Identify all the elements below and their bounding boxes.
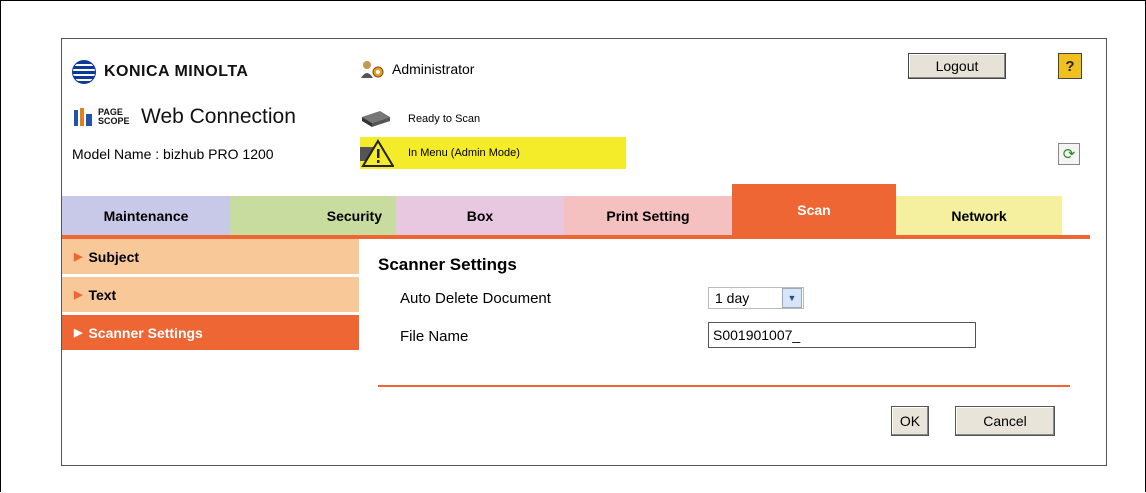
side-menu: ▶ Subject ▶ Text ▶ Scanner Settings [62, 239, 359, 353]
auto-delete-label: Auto Delete Document [400, 290, 551, 307]
brand-name: KONICA MINOLTA [104, 63, 249, 80]
status-ready-text: Ready to Scan [408, 113, 481, 125]
menu-item-subject[interactable]: ▶ Subject [62, 239, 359, 274]
menu-arrow-icon: ▶ [74, 289, 83, 301]
user-name: Administrator [392, 61, 475, 77]
model-name: Model Name : bizhub PRO 1200 [72, 146, 274, 162]
pagescope-logo: PAGE SCOPE Web Connection [72, 105, 296, 129]
refresh-icon[interactable]: ⟳ [1058, 143, 1080, 165]
tab-maintenance-label: Maintenance [103, 208, 189, 224]
tab-security[interactable]: Security [230, 196, 396, 236]
scanner-icon [360, 109, 392, 129]
tab-print-setting[interactable]: Print Setting [564, 196, 732, 236]
menu-arrow-icon: ▶ [74, 251, 83, 263]
machine-status: In Menu (Admin Mode) [360, 137, 626, 169]
main-tabs: Maintenance Security Box Print Setting S… [62, 184, 1090, 236]
help-button[interactable]: ? [1058, 53, 1082, 79]
logout-button[interactable]: Logout [908, 53, 1006, 79]
warning-icon [360, 139, 395, 167]
menu-item-label: Scanner Settings [88, 324, 203, 341]
page-title: Scanner Settings [378, 255, 517, 274]
tab-box-label: Box [466, 208, 494, 224]
menu-item-scanner-settings[interactable]: ▶ Scanner Settings [62, 315, 359, 350]
product-name: Web Connection [141, 105, 296, 128]
tab-scan[interactable]: Scan [732, 184, 896, 236]
tab-print-setting-label: Print Setting [606, 208, 690, 224]
file-name-input[interactable] [708, 322, 976, 348]
menu-arrow-icon: ▶ [74, 327, 83, 339]
tab-scan-label: Scan [797, 202, 831, 218]
tab-network[interactable]: Network [896, 196, 1062, 236]
administrator-icon [360, 59, 386, 79]
auto-delete-value: 1 day [715, 290, 750, 306]
konica-minolta-logo: KONICA MINOLTA [72, 60, 249, 84]
status-menu-text: In Menu (Admin Mode) [408, 147, 520, 159]
menu-item-label: Text [88, 286, 117, 303]
scanner-status: Ready to Scan [360, 109, 480, 129]
menu-item-label: Subject [88, 248, 140, 265]
tab-maintenance[interactable]: Maintenance [62, 196, 230, 236]
pagescope-label: PAGE SCOPE [98, 107, 130, 126]
file-name-label: File Name [400, 328, 469, 345]
ok-button[interactable]: OK [891, 406, 929, 436]
chevron-down-icon: ▼ [782, 288, 802, 308]
konica-globe-icon [72, 60, 96, 84]
content-divider [378, 385, 1070, 387]
menu-item-text[interactable]: ▶ Text [62, 277, 359, 312]
web-connection-panel: KONICA MINOLTA PAGE SCOPE Web Connection… [61, 38, 1107, 466]
tab-network-label: Network [951, 208, 1007, 224]
user-indicator: Administrator [360, 59, 474, 79]
pagescope-icon [72, 106, 94, 128]
auto-delete-select[interactable]: 1 day ▼ [708, 287, 804, 309]
tab-box[interactable]: Box [396, 196, 564, 236]
tab-security-label: Security [326, 208, 382, 224]
cancel-button[interactable]: Cancel [955, 406, 1055, 436]
